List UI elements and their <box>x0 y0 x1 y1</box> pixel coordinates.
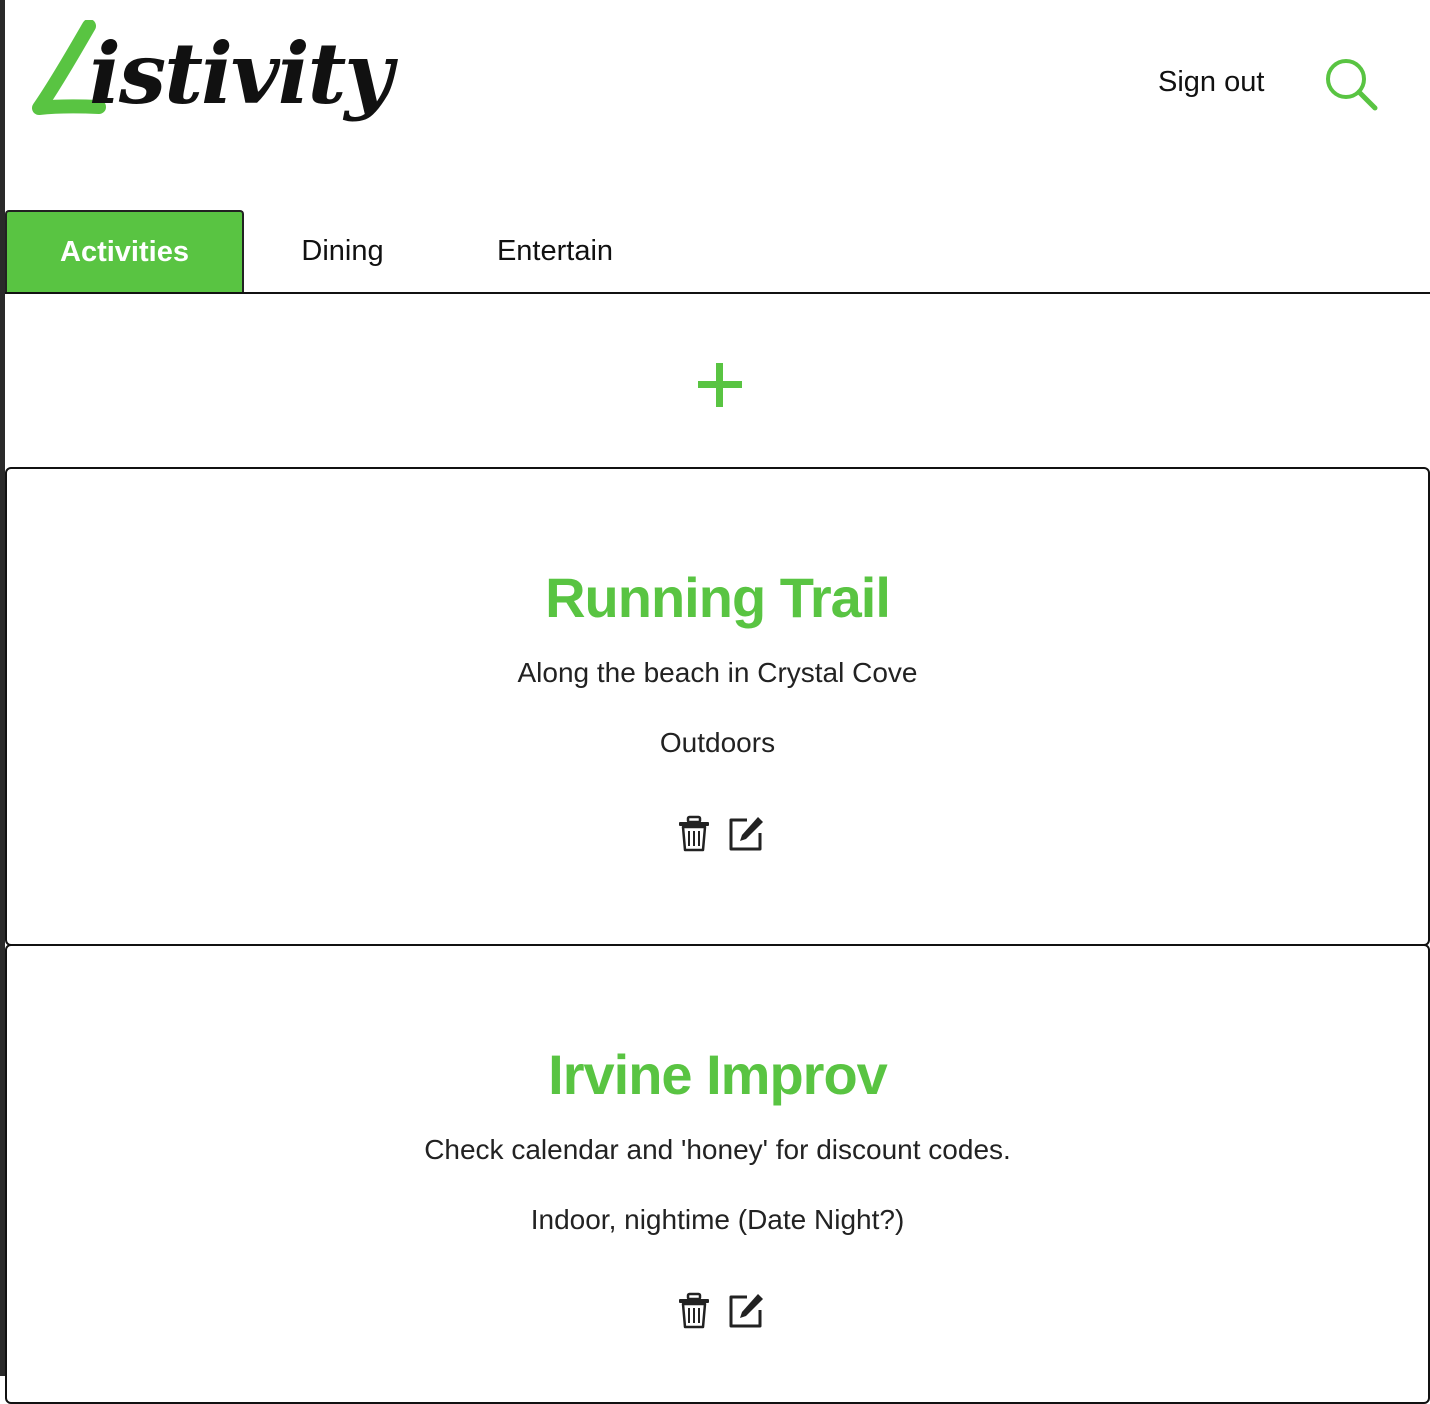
category-tabs: Activities Dining Entertain <box>5 210 1430 294</box>
logo-text: istivity <box>89 24 393 123</box>
edit-button[interactable] <box>727 815 765 853</box>
activity-card: Irvine Improv Check calendar and 'honey'… <box>5 944 1430 1404</box>
tab-dining[interactable]: Dining <box>265 210 420 292</box>
card-title: Irvine Improv <box>548 1043 888 1106</box>
edit-button[interactable] <box>727 1292 765 1330</box>
search-button[interactable] <box>1323 56 1379 112</box>
trash-icon <box>679 1292 709 1329</box>
card-title: Running Trail <box>545 566 891 629</box>
tab-entertain[interactable]: Entertain <box>475 210 635 292</box>
card-description: Check calendar and 'honey' for discount … <box>424 1134 1011 1165</box>
card-description: Along the beach in Crystal Cove <box>517 657 918 688</box>
plus-icon <box>698 363 742 407</box>
header: istivity Sign out <box>5 0 1430 180</box>
delete-button[interactable] <box>675 1292 713 1330</box>
tab-activities[interactable]: Activities <box>5 210 244 292</box>
card-actions <box>7 815 1428 855</box>
logo[interactable]: istivity <box>27 18 407 148</box>
activity-card: Running Trail Along the beach in Crystal… <box>5 467 1430 946</box>
edit-icon <box>729 817 763 851</box>
search-icon <box>1326 59 1378 111</box>
trash-icon <box>679 815 709 852</box>
card-category: Outdoors <box>659 727 776 758</box>
card-actions <box>7 1292 1428 1332</box>
add-item-button[interactable] <box>685 350 755 420</box>
sign-out-link[interactable]: Sign out <box>1158 66 1264 99</box>
delete-button[interactable] <box>675 815 713 853</box>
edit-icon <box>729 1294 763 1328</box>
card-category: Indoor, nightime (Date Night?) <box>530 1204 905 1235</box>
app-root: istivity Sign out Activities Dining Ente… <box>5 0 1430 1404</box>
